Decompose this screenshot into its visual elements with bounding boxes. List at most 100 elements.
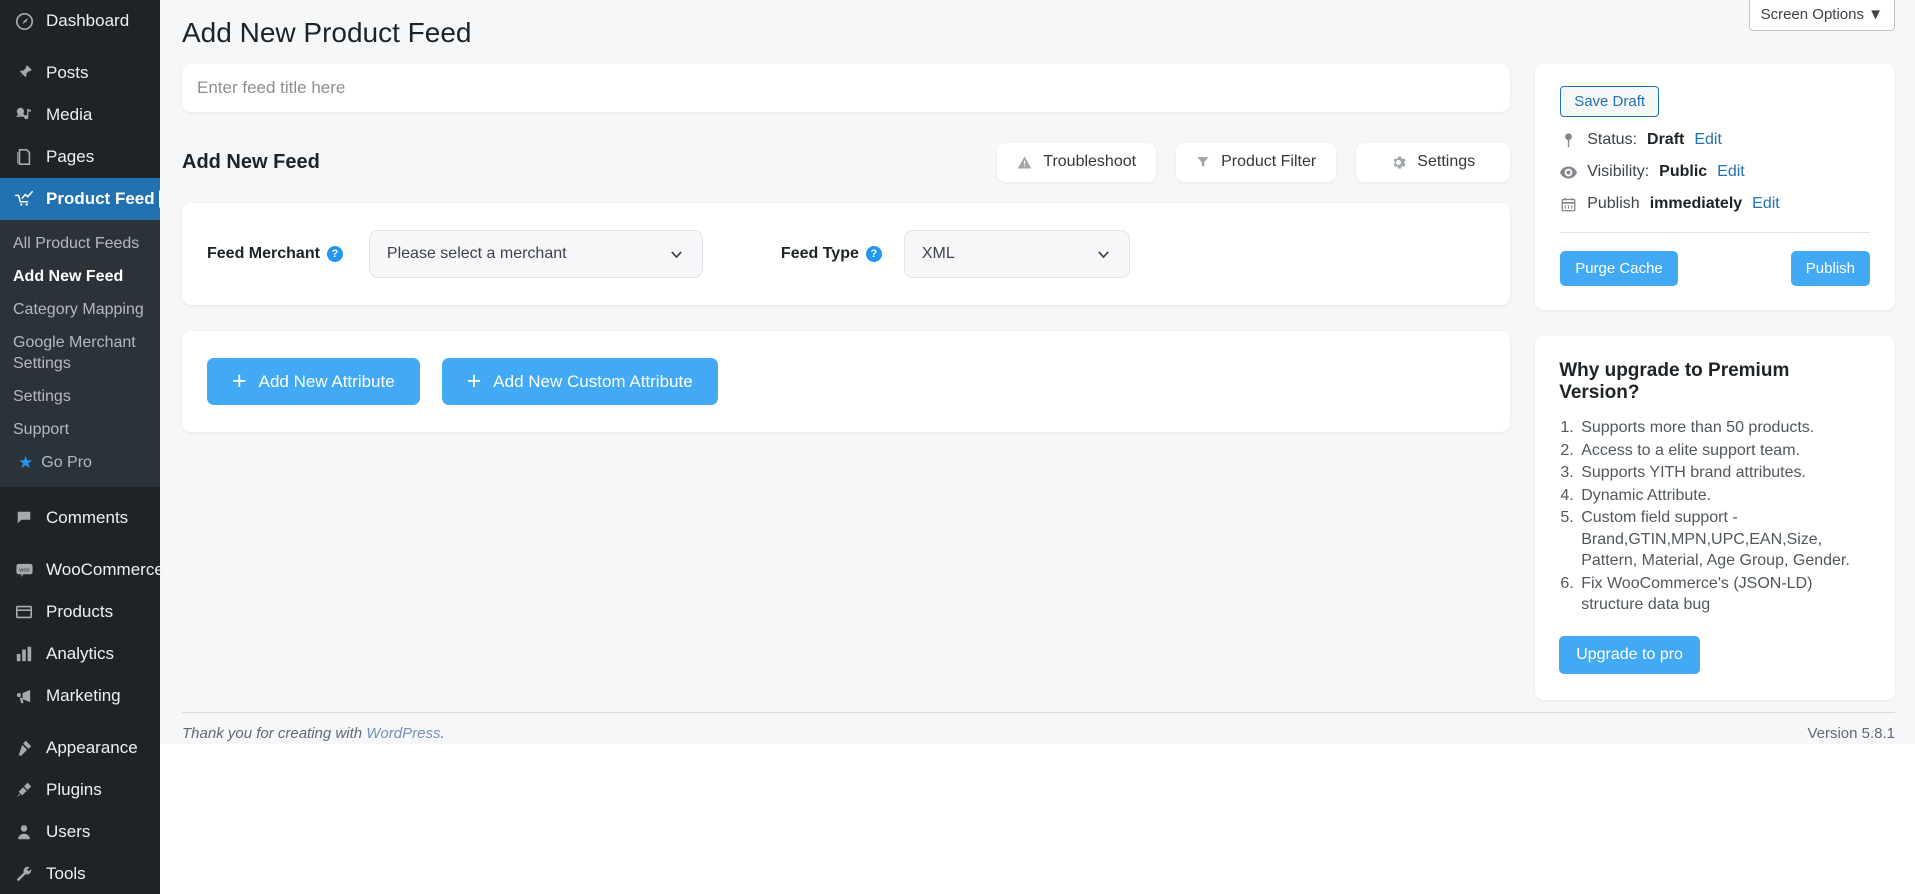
sidebar-label: Analytics	[46, 644, 115, 663]
sidebar-divider	[0, 717, 160, 727]
status-edit-link[interactable]: Edit	[1694, 131, 1722, 149]
page-bottom-fill	[160, 744, 1915, 894]
button-label: Settings	[1417, 153, 1476, 170]
sidebar-item-marketing[interactable]: Marketing	[0, 675, 160, 717]
help-icon[interactable]: ?	[326, 246, 343, 262]
list-item: Dynamic Attribute.	[1578, 485, 1871, 507]
sidebar-item-google-merchant-settings[interactable]: Google Merchant Settings	[0, 326, 160, 380]
list-item: Supports YITH brand attributes.	[1578, 462, 1871, 484]
products-icon	[13, 601, 35, 623]
help-icon[interactable]: ?	[865, 246, 882, 262]
section-action-buttons: Troubleshoot Product Filter Settings	[997, 142, 1511, 182]
add-new-attribute-button[interactable]: + Add New Attribute	[207, 358, 420, 405]
sidebar-item-plugins[interactable]: Plugins	[0, 769, 160, 811]
premium-upgrade-box: Why upgrade to Premium Version? Supports…	[1535, 336, 1895, 700]
selected-value: XML	[921, 245, 955, 262]
publish-label: Publish	[1587, 195, 1640, 212]
feed-type-group: Feed Type ? XML	[781, 230, 1130, 278]
feed-title-input[interactable]	[182, 64, 1511, 112]
sidebar-item-media[interactable]: Media	[0, 94, 160, 136]
plug-icon	[13, 779, 35, 801]
media-icon	[13, 104, 35, 126]
feed-merchant-select[interactable]: Please select a merchant	[368, 230, 703, 278]
section-heading: Add New Feed	[182, 150, 320, 173]
sidebar-item-users[interactable]: Users	[0, 811, 160, 853]
save-draft-button[interactable]: Save Draft	[1560, 86, 1660, 117]
settings-button[interactable]: Settings	[1356, 142, 1511, 182]
sidebar-item-category-mapping[interactable]: Category Mapping	[0, 293, 160, 326]
screen-options-toggle[interactable]: Screen Options ▼	[1748, 0, 1895, 31]
sidebar-label: Media	[46, 105, 93, 124]
list-item: Supports more than 50 products.	[1578, 417, 1871, 439]
chart-cart-icon	[13, 188, 35, 210]
purge-cache-button[interactable]: Purge Cache	[1560, 251, 1678, 286]
sidebar-item-appearance[interactable]: Appearance	[0, 727, 160, 769]
feed-type-select[interactable]: XML	[903, 230, 1130, 278]
sidebar-label: Appearance	[46, 738, 138, 757]
screen-options-wrap: Screen Options ▼	[1748, 0, 1895, 31]
feed-type-label: Feed Type ?	[781, 245, 882, 263]
sidebar-label: Plugins	[46, 780, 102, 799]
premium-title: Why upgrade to Premium Version?	[1559, 360, 1790, 403]
analytics-icon	[13, 643, 35, 665]
funnel-icon	[1196, 155, 1210, 169]
sidebar-item-woocommerce[interactable]: woo WooCommerce	[0, 549, 164, 591]
visibility-edit-link[interactable]: Edit	[1717, 163, 1745, 181]
sidebar-item-support[interactable]: Support	[0, 413, 160, 446]
dashboard-icon	[13, 10, 35, 32]
user-icon	[13, 821, 35, 843]
attributes-card: + Add New Attribute + Add New Custom Att…	[182, 331, 1511, 432]
sidebar-item-all-product-feeds[interactable]: All Product Feeds	[0, 227, 160, 260]
comment-icon	[13, 507, 35, 529]
sidebar-item-dashboard[interactable]: Dashboard	[0, 0, 160, 42]
label-text: Feed Type	[780, 245, 859, 262]
sidebar-item-products[interactable]: Products	[0, 591, 160, 633]
sidebar-label: Tools	[46, 864, 86, 883]
visibility-row: Visibility: Public Edit	[1560, 163, 1870, 181]
publish-edit-link[interactable]: Edit	[1752, 195, 1780, 213]
sidebar-item-product-feed[interactable]: Product Feed	[0, 178, 160, 220]
list-item: Access to a elite support team.	[1578, 440, 1871, 462]
sidebar-item-analytics[interactable]: Analytics	[0, 633, 160, 675]
sidebar-item-add-new-feed[interactable]: Add New Feed	[0, 260, 160, 293]
troubleshoot-button[interactable]: Troubleshoot	[997, 142, 1157, 182]
add-new-custom-attribute-button[interactable]: + Add New Custom Attribute	[441, 358, 718, 405]
sidebar-item-pages[interactable]: Pages	[0, 136, 160, 178]
wordpress-link[interactable]: WordPress	[366, 725, 440, 742]
woo-icon: woo	[13, 559, 35, 581]
upgrade-to-pro-button[interactable]: Upgrade to pro	[1559, 635, 1700, 674]
warning-triangle-icon	[1017, 155, 1032, 170]
sidebar-item-tools[interactable]: Tools	[0, 853, 160, 894]
pin-icon	[13, 62, 35, 84]
attribute-buttons: + Add New Attribute + Add New Custom Att…	[207, 358, 1485, 405]
publish-button[interactable]: Publish	[1790, 251, 1870, 286]
pin-icon	[1560, 132, 1577, 148]
sidebar-item-posts[interactable]: Posts	[0, 52, 160, 94]
sidebar-divider	[0, 42, 160, 52]
footer-thanks-suffix: .	[440, 725, 445, 742]
status-row: Status: Draft Edit	[1560, 131, 1870, 149]
button-label: Troubleshoot	[1043, 153, 1137, 170]
footer-thanks-prefix: Thank you for creating with	[182, 725, 367, 742]
sidebar-item-settings[interactable]: Settings	[0, 380, 160, 413]
eye-icon	[1560, 166, 1578, 179]
sidebar-label: Pages	[46, 147, 95, 166]
megaphone-icon	[13, 685, 35, 707]
publish-value: immediately	[1649, 195, 1743, 212]
sidebar-divider	[0, 487, 160, 497]
sidebar-label: Product Feed	[46, 189, 155, 208]
right-column: Save Draft Status: Draft Edit Visibility…	[1535, 64, 1895, 700]
status-label: Status:	[1587, 131, 1638, 148]
left-column: Add New Feed Troubleshoot	[182, 64, 1511, 432]
label-text: Feed Merchant	[207, 245, 320, 262]
sidebar-label: Users	[46, 822, 91, 841]
brush-icon	[13, 737, 35, 759]
sidebar-item-go-pro[interactable]: ★ Go Pro	[0, 446, 160, 479]
button-label: Add New Attribute	[258, 371, 395, 391]
columns: Add New Feed Troubleshoot	[182, 64, 1895, 700]
sidebar-item-comments[interactable]: Comments	[0, 497, 160, 539]
chevron-down-icon	[668, 246, 685, 263]
pages-icon	[13, 146, 35, 168]
sidebar-label: Go Pro	[41, 454, 92, 471]
product-filter-button[interactable]: Product Filter	[1176, 142, 1337, 182]
